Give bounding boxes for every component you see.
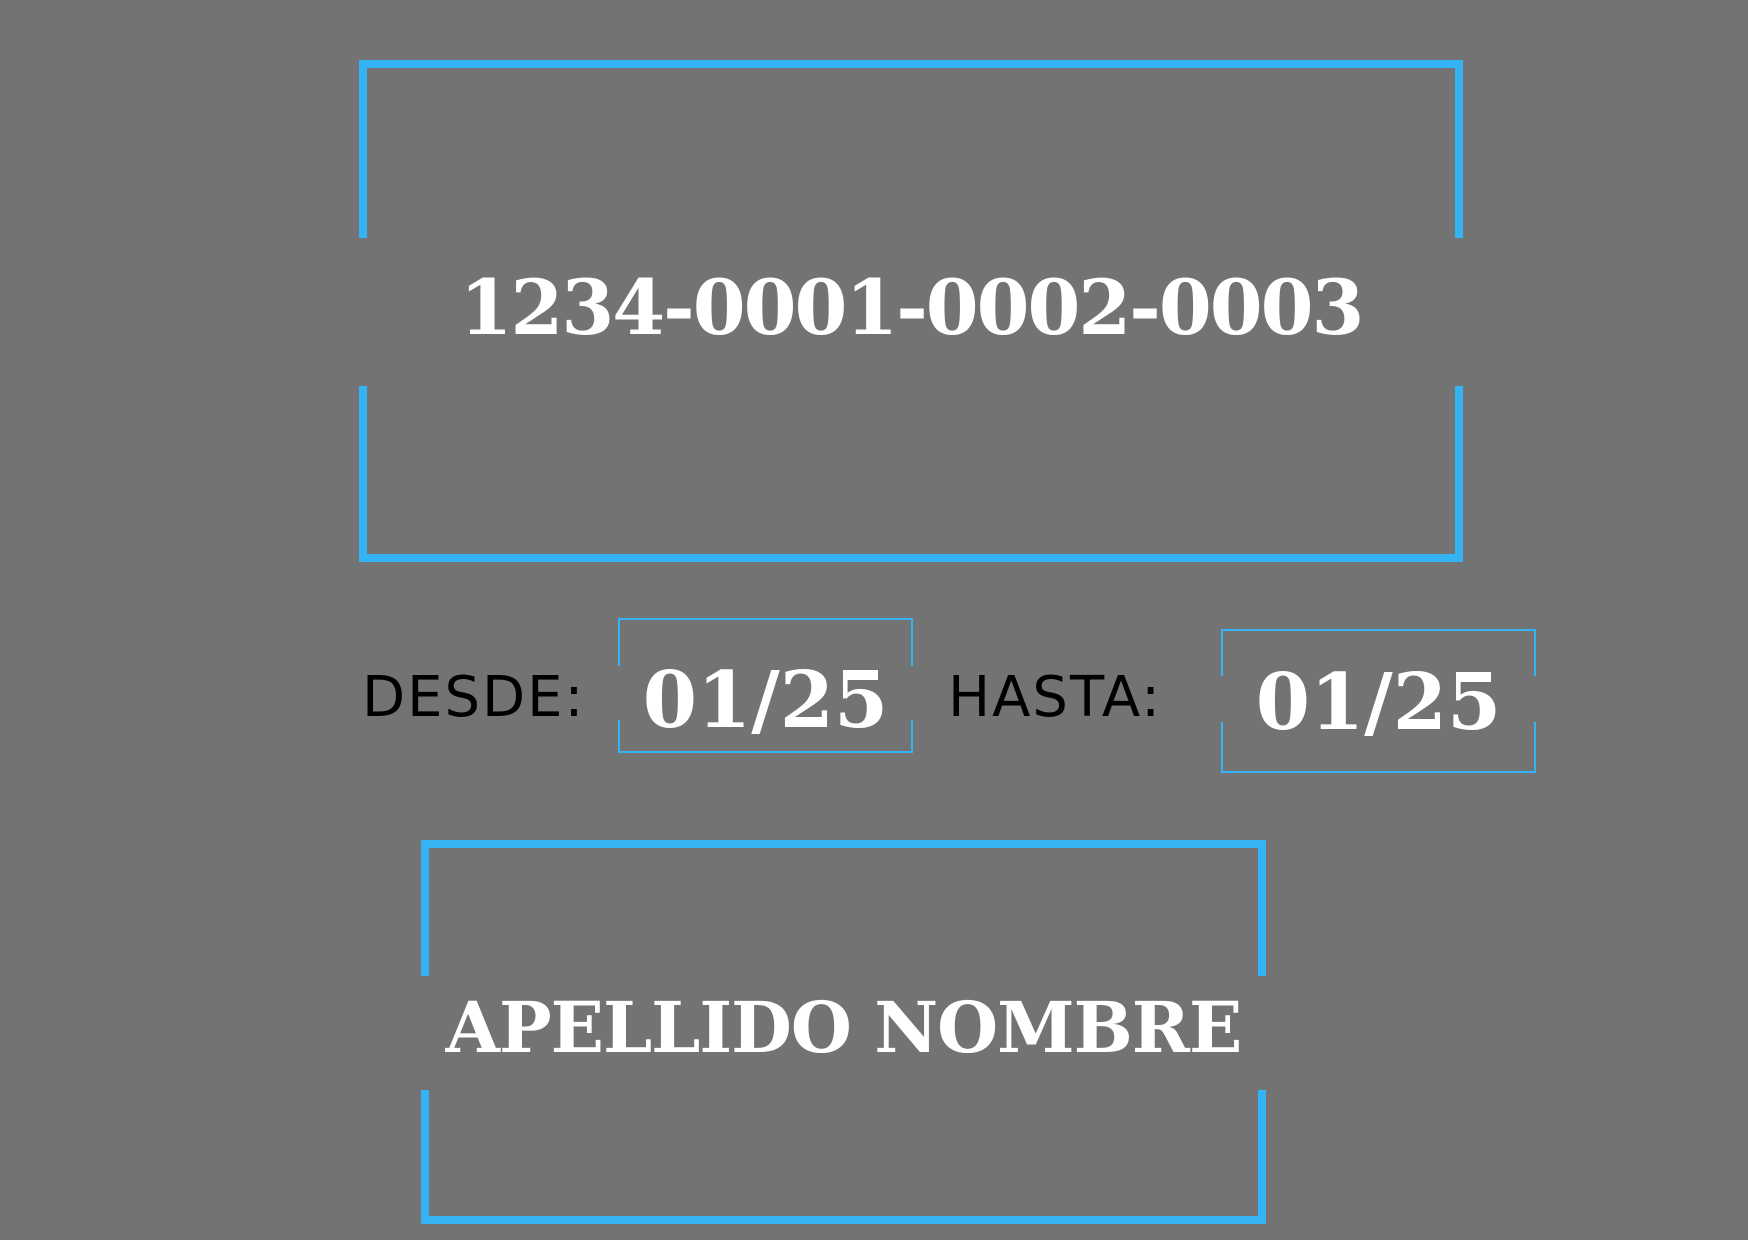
from-value: 01/25 (642, 655, 889, 746)
card-holder-name: APELLIDO NOMBRE (445, 986, 1243, 1069)
to-label: HASTA: (948, 665, 1163, 730)
card-number: 1234-0001-0002-0003 (459, 263, 1365, 352)
to-value: 01/25 (1255, 657, 1502, 748)
from-label: DESDE: (362, 665, 586, 730)
